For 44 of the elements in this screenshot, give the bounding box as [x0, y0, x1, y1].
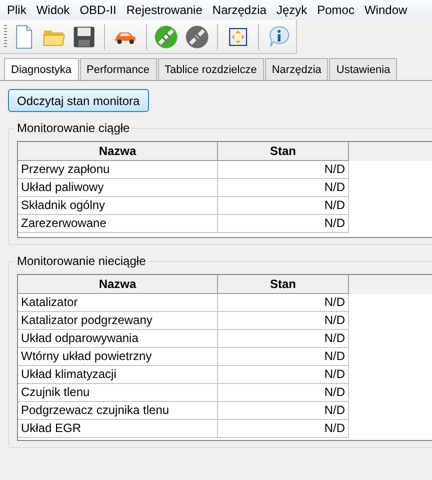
table-cell: Układ odparowywania	[18, 330, 218, 348]
table-cell: N/D	[218, 348, 349, 366]
tab[interactable]: Performance	[80, 58, 157, 80]
read-monitor-button[interactable]: Odczytaj stan monitora	[8, 89, 149, 112]
group-title: Monitorowanie nieciągłe	[15, 253, 148, 269]
menu-item[interactable]: Plik	[2, 0, 32, 20]
column-header[interactable]: Nazwa	[18, 142, 218, 161]
menu-item[interactable]: Widok	[31, 0, 75, 20]
tab[interactable]: Ustawienia	[329, 58, 398, 80]
tab[interactable]: Narzędzia	[264, 58, 328, 80]
table-cell: N/D	[218, 179, 349, 197]
table-cell: Zarezerwowane	[18, 215, 218, 233]
table-cell: Czujnik tlenu	[18, 384, 218, 402]
table-cell: Katalizator	[18, 294, 218, 312]
table-cell: N/D	[218, 330, 349, 348]
table-cell: Układ klimatyzacji	[18, 366, 218, 384]
table-cell: Układ paliwowy	[18, 179, 218, 197]
menu-item[interactable]: Window	[359, 0, 412, 20]
menu-item[interactable]: Pomoc	[312, 0, 360, 20]
menu-item[interactable]: Rejestrowanie	[121, 0, 208, 20]
table-cell: Katalizator podgrzewany	[18, 312, 218, 330]
table-cell: N/D	[218, 402, 349, 420]
table-cell: Składnik ogólny	[18, 197, 218, 215]
table-cell: N/D	[218, 161, 349, 179]
table-cell: Przerwy zapłonu	[18, 161, 218, 179]
table-cell: N/D	[218, 197, 349, 215]
group-title: Monitorowanie ciągłe	[15, 120, 132, 136]
table-cell: N/D	[218, 420, 349, 438]
table-cell: N/D	[218, 294, 349, 312]
menu-item[interactable]: Język	[271, 0, 312, 20]
column-header[interactable]: Stan	[218, 275, 349, 294]
table-cell: N/D	[218, 312, 349, 330]
table-cell: N/D	[218, 366, 349, 384]
table-cell: Podgrzewacz czujnika tlenu	[18, 402, 218, 420]
table-cell: Wtórny układ powietrzny	[18, 348, 218, 366]
table-cell: N/D	[218, 215, 349, 233]
column-header[interactable]: Nazwa	[18, 275, 218, 294]
tab[interactable]: Tablice rozdzielcze	[158, 58, 264, 80]
tab[interactable]: Diagnostyka	[4, 58, 79, 80]
table-cell: N/D	[218, 384, 349, 402]
table-cell: Układ EGR	[18, 420, 218, 438]
menu-item[interactable]: OBD-II	[74, 0, 122, 20]
column-header[interactable]: Stan	[218, 142, 349, 161]
menu-item[interactable]: Narzędzia	[207, 0, 272, 20]
